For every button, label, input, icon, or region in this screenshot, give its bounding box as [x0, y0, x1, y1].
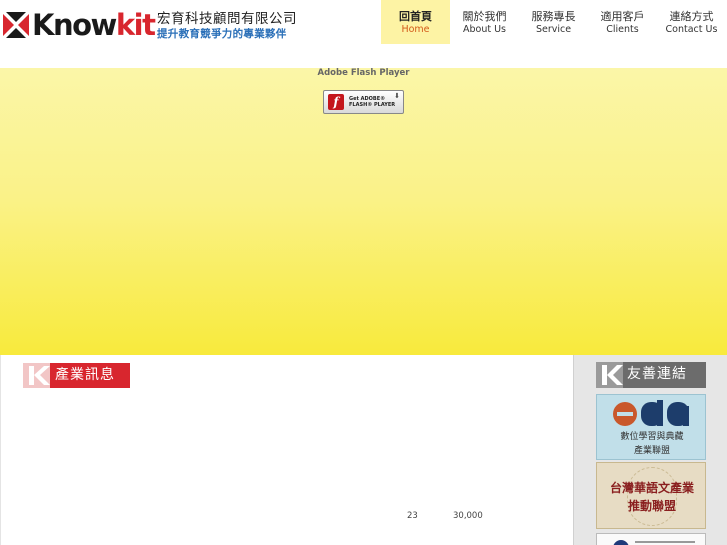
logo-know: Know: [32, 8, 117, 42]
flash-logo-icon: f: [328, 94, 344, 110]
nav-item-about[interactable]: 關於我們 About Us: [450, 0, 519, 44]
seal-pattern-icon: [627, 467, 677, 526]
download-arrow-icon: ⬇: [394, 92, 400, 100]
nav-item-clients[interactable]: 適用客戶 Clients: [588, 0, 657, 44]
industry-news-header: 產業訊息: [23, 363, 130, 388]
page: Knowkit 宏育科技顧問有限公司 提升教育競爭力的專業夥伴 回首頁 Home…: [0, 0, 727, 545]
chinese-alliance-line2: 推動聯盟: [627, 499, 676, 513]
partner-text-placeholder: [635, 541, 695, 543]
nav-label-en: Home: [401, 24, 430, 35]
eda-link-line1: 數位學習與典藏: [620, 432, 684, 442]
nav-label-en: About Us: [462, 24, 506, 35]
nav-item-home[interactable]: 回首頁 Home: [381, 0, 450, 44]
nav-label-zh: 服務專長: [531, 10, 576, 23]
logo-wordmark[interactable]: Knowkit: [32, 8, 156, 42]
nav-item-contact[interactable]: 連絡方式 Contact Us: [657, 0, 726, 44]
header: Knowkit 宏育科技顧問有限公司 提升教育競爭力的專業夥伴 回首頁 Home…: [0, 0, 727, 68]
link-eda-alliance[interactable]: 數位學習與典藏 產業聯盟: [596, 394, 706, 460]
partner-logo-icon: [613, 540, 629, 545]
eda-link-line2: 產業聯盟: [633, 446, 670, 456]
link-chinese-language-alliance[interactable]: 台灣華語文產業 推動聯盟: [596, 462, 706, 529]
flash-button-line2: FLASH® PLAYER: [349, 102, 396, 108]
get-flash-player-button[interactable]: f Get ADOBE® FLASH® PLAYER ⬇: [323, 90, 404, 114]
friendly-links-sidebar: 友善連結 數位學習與典藏 產業聯盟 台灣華語文產業 推動聯盟: [573, 355, 727, 545]
nav-label-en: Clients: [606, 24, 639, 35]
nav-label-zh: 連絡方式: [669, 10, 714, 23]
company-tagline: 提升教育競爭力的專業夥伴: [157, 28, 287, 40]
flash-button-text: Get ADOBE® FLASH® PLAYER: [349, 96, 395, 108]
chinese-alliance-line1: 台灣華語文產業: [609, 481, 694, 495]
industry-news-title: 產業訊息: [55, 367, 115, 383]
company-name: 宏育科技顧問有限公司: [157, 11, 297, 27]
stat-value: 23: [407, 511, 418, 521]
main-nav: 回首頁 Home 關於我們 About Us 服務專長 Service 適用客戶…: [381, 0, 726, 44]
stat-value: 30,000: [453, 511, 483, 521]
friendly-links-title: 友善連結: [627, 366, 687, 382]
k-badge-icon: [596, 362, 623, 388]
k-badge-icon: [23, 363, 50, 388]
nav-item-service[interactable]: 服務專長 Service: [519, 0, 588, 44]
logo-kit: kit: [115, 8, 156, 42]
friendly-links-header: 友善連結: [596, 362, 706, 388]
industry-news-section: 產業訊息 23 30,000: [0, 355, 573, 545]
flash-player-title: Adobe Flash Player: [317, 68, 410, 78]
nav-label-en: Service: [535, 24, 572, 35]
nav-label-en: Contact Us: [665, 24, 718, 35]
flash-banner: Adobe Flash Player f Get ADOBE® FLASH® P…: [0, 68, 727, 355]
nav-label-zh: 回首頁: [399, 10, 432, 23]
eda-logo-icon: [613, 400, 689, 426]
nav-label-zh: 關於我們: [462, 10, 507, 23]
nav-label-zh: 適用客戶: [600, 10, 645, 23]
knowkit-logo-icon[interactable]: [3, 12, 29, 38]
link-third-partner[interactable]: [596, 533, 706, 545]
